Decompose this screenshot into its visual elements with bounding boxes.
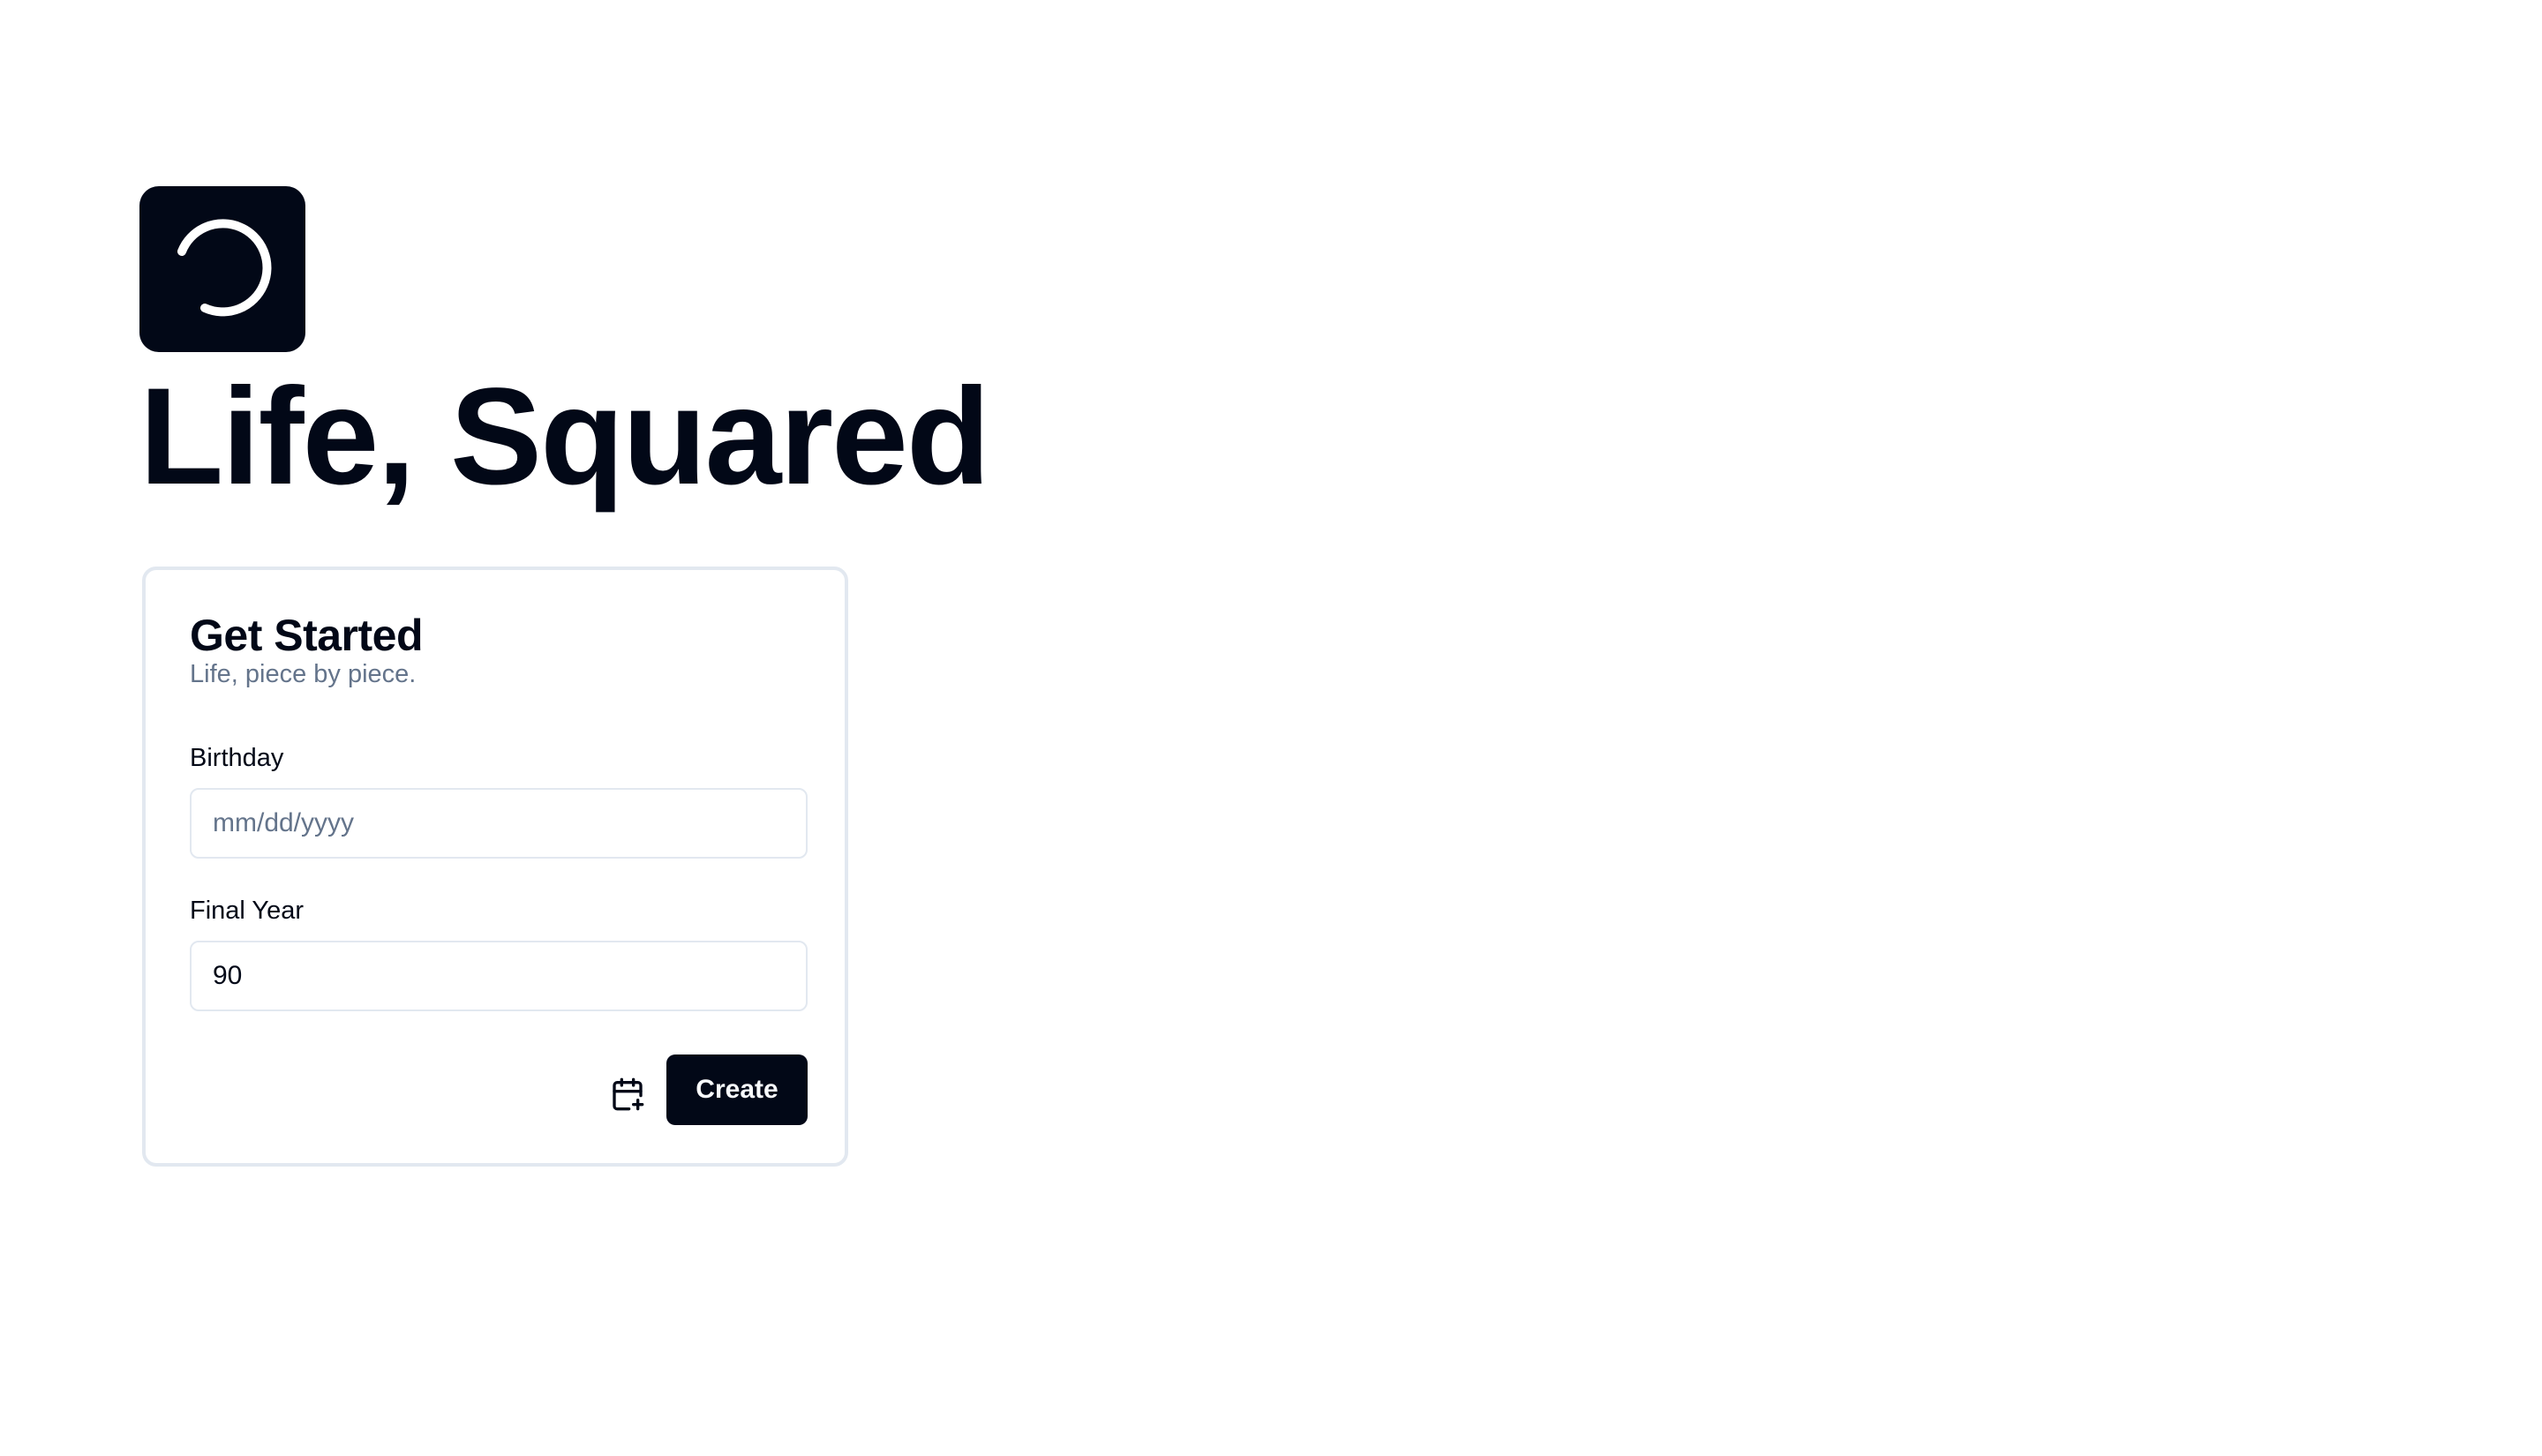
app-logo	[139, 186, 305, 352]
birthday-input[interactable]	[190, 788, 808, 859]
card-title: Get Started	[190, 611, 424, 660]
create-button[interactable]: Create	[666, 1054, 808, 1125]
birthday-label: Birthday	[190, 744, 284, 772]
calendar-plus-icon	[613, 1077, 644, 1111]
final-year-input[interactable]	[190, 941, 808, 1011]
card-subtitle: Life, piece by piece.	[190, 660, 417, 688]
add-calendar-button[interactable]	[599, 1066, 656, 1122]
get-started-card: Get Started Life, piece by piece. Birthd…	[142, 567, 848, 1167]
circular-arrow-logo-icon	[177, 219, 272, 317]
page: Life, Squared Get Started Life, piece by…	[0, 0, 2542, 1456]
final-year-label: Final Year	[190, 897, 304, 925]
app-title: Life, Squared	[139, 360, 990, 514]
